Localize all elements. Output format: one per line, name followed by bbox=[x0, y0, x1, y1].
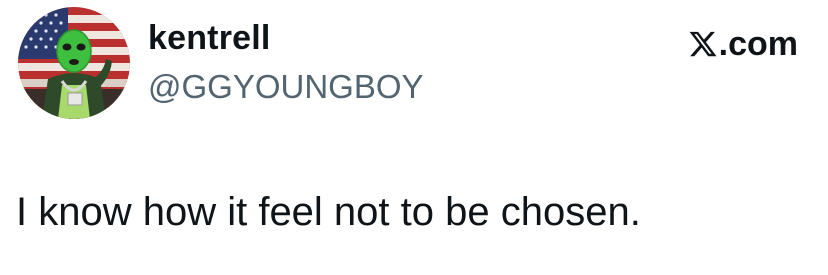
tweet-text: I know how it feel not to be chosen. bbox=[16, 190, 641, 234]
brand-text: .com bbox=[718, 25, 798, 63]
avatar-image bbox=[18, 7, 130, 119]
avatar[interactable] bbox=[18, 7, 130, 119]
display-name[interactable]: kentrell bbox=[148, 18, 271, 58]
user-handle[interactable]: @GGYOUNGBOY bbox=[148, 67, 424, 107]
x-logo-icon bbox=[689, 31, 717, 57]
x-com-brand: .com bbox=[688, 24, 798, 64]
